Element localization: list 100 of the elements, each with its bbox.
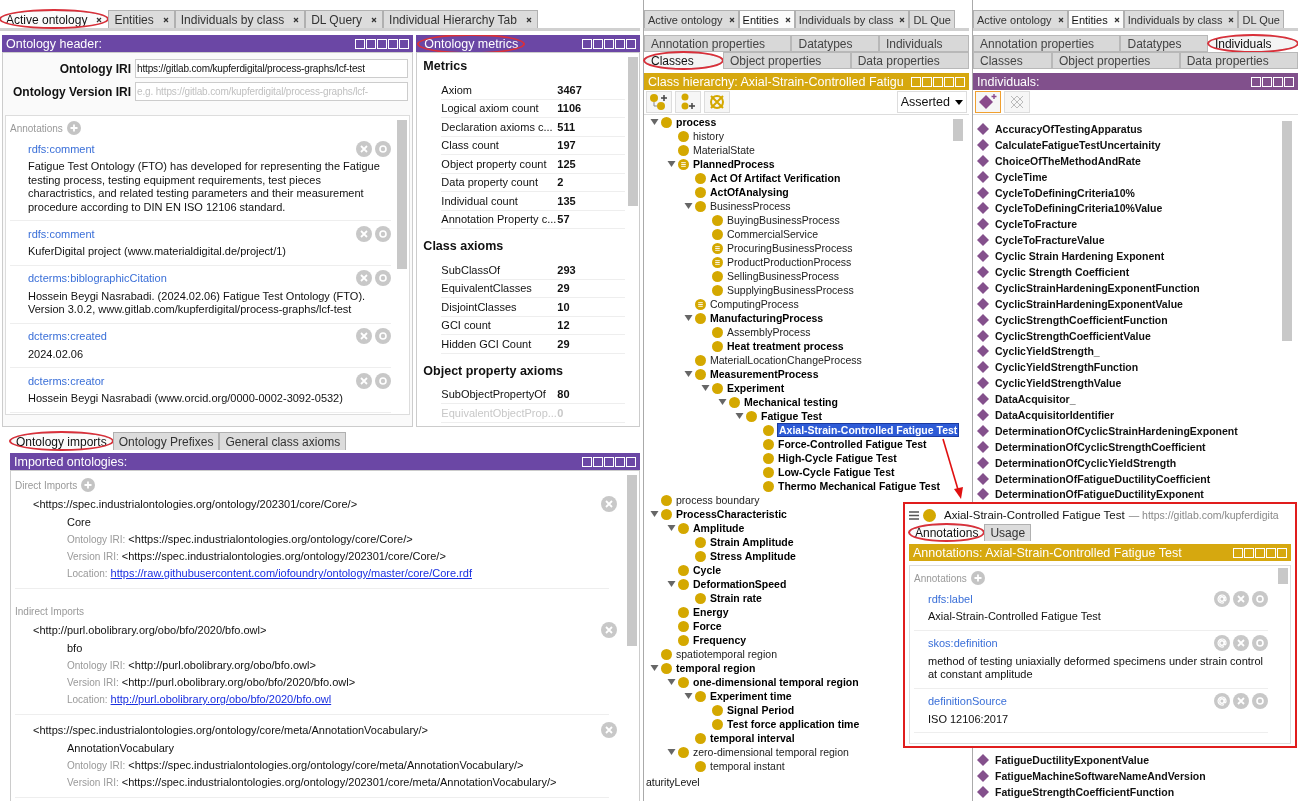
class-tree-item[interactable]: Heat treatment process xyxy=(727,340,844,352)
annotation-property[interactable]: rdfs:comment xyxy=(28,227,95,240)
annotation-property[interactable]: rdfs:comment xyxy=(28,142,95,155)
individual-item[interactable]: DeterminationOfCyclicStrainHardeningExponent xyxy=(995,424,1238,437)
entity-tab[interactable]: Data properties xyxy=(1179,52,1298,69)
class-tree-item[interactable]: Strain rate xyxy=(710,592,762,604)
entity-tab[interactable]: Data properties xyxy=(850,52,969,69)
annotation-property[interactable]: definitionSource xyxy=(928,695,1007,707)
class-tree-item[interactable]: Mechanical testing xyxy=(744,396,838,408)
class-tree-item[interactable]: Fatigue Test xyxy=(761,410,823,422)
options-icon[interactable] xyxy=(375,140,392,157)
class-tree-item[interactable]: ProductProductionProcess xyxy=(727,256,852,268)
individual-item[interactable]: Cyclic Strength Coefficient xyxy=(995,265,1130,278)
individual-item[interactable]: DeterminationOfCyclicYieldStrength xyxy=(995,456,1177,469)
delete-icon[interactable] xyxy=(1233,590,1249,607)
expand-toggle-icon[interactable] xyxy=(667,160,676,168)
class-tree-item[interactable]: Energy xyxy=(693,606,729,618)
individual-item[interactable]: FatigueMachineSoftwareNameAndVersion xyxy=(995,770,1206,783)
individual-item[interactable]: AccuracyOfTestingApparatus xyxy=(995,122,1143,135)
entity-tab[interactable]: Individuals xyxy=(1207,35,1298,52)
add-individual-icon[interactable] xyxy=(975,91,1001,113)
options-icon[interactable] xyxy=(1252,590,1268,607)
menu-icon[interactable] xyxy=(909,510,919,520)
tab[interactable]: Individuals by class xyxy=(794,10,910,28)
hierarchy-mode-dropdown[interactable]: Asserted xyxy=(896,91,967,113)
class-tree-item[interactable]: Force-Controlled Fatigue Test xyxy=(778,438,927,450)
close-icon[interactable] xyxy=(525,16,532,23)
class-tree-item[interactable]: PlannedProcess xyxy=(693,158,775,170)
close-icon[interactable] xyxy=(1228,16,1235,23)
class-tree-item[interactable]: SupplyingBusinessProcess xyxy=(727,284,854,296)
close-icon[interactable] xyxy=(1113,16,1120,23)
scrollbar[interactable] xyxy=(1282,121,1292,341)
entity-tab[interactable]: Classes xyxy=(973,52,1052,69)
class-tree-item[interactable]: Stress Amplitude xyxy=(710,550,796,562)
delete-icon[interactable] xyxy=(356,328,373,344)
expand-toggle-icon[interactable] xyxy=(718,398,727,406)
tab[interactable]: Individuals by class xyxy=(174,10,306,28)
delete-icon[interactable] xyxy=(356,225,373,242)
individual-item[interactable]: Cyclic Strain Hardening Exponent xyxy=(995,250,1165,263)
options-icon[interactable] xyxy=(375,270,392,286)
individual-item[interactable]: DeterminationOfCyclicStrengthCoefficient xyxy=(995,440,1206,453)
scrollbar[interactable] xyxy=(953,119,963,141)
close-icon[interactable] xyxy=(1057,16,1064,23)
individual-item[interactable]: CyclicStrainHardeningExponentValue xyxy=(995,297,1183,310)
class-tree-item[interactable]: BuyingBusinessProcess xyxy=(727,214,840,226)
entity-tab[interactable]: Datatypes xyxy=(1120,35,1208,52)
individual-item[interactable]: CalculateFatigueTestUncertainity xyxy=(995,138,1161,151)
tab[interactable]: Individuals by class xyxy=(1123,10,1239,28)
class-tree-item[interactable]: SellingBusinessProcess xyxy=(727,270,840,282)
tab[interactable]: Individual Hierarchy Tab xyxy=(383,10,538,28)
options-icon[interactable] xyxy=(375,328,392,344)
add-icon[interactable] xyxy=(970,571,985,585)
individual-item[interactable]: FatigueStrengthCoefficientFunction xyxy=(995,786,1175,799)
delete-icon[interactable] xyxy=(356,372,373,389)
class-tree-item[interactable]: ManufacturingProcess xyxy=(710,312,824,324)
expand-toggle-icon[interactable] xyxy=(650,510,659,518)
delete-icon[interactable] xyxy=(356,270,373,286)
tab[interactable]: General class axioms xyxy=(219,432,347,450)
individual-item[interactable]: CycleToFracture xyxy=(995,218,1078,231)
class-tree-item[interactable]: Act Of Artifact Verification xyxy=(710,172,841,184)
at-sign-icon[interactable] xyxy=(1214,635,1230,651)
close-icon[interactable] xyxy=(293,16,300,23)
class-tree-item[interactable]: MaterialState xyxy=(693,144,755,156)
individual-item[interactable]: DeterminationOfFatigueDuctilityExponent xyxy=(995,488,1204,501)
class-tree-item[interactable]: Experiment time xyxy=(710,690,792,702)
expand-toggle-icon[interactable] xyxy=(735,412,744,420)
expand-toggle-icon[interactable] xyxy=(667,678,676,686)
delete-icon[interactable] xyxy=(601,622,617,638)
tab[interactable]: Active ontology xyxy=(644,10,739,28)
class-tree-item[interactable]: aturityLevel xyxy=(644,775,969,789)
individual-item[interactable]: ChoiceOfTheMethodAndRate xyxy=(995,154,1141,167)
tab[interactable]: Ontology Prefixes xyxy=(112,432,220,450)
delete-icon[interactable] xyxy=(356,140,373,157)
entity-tab[interactable]: Object properties xyxy=(1052,52,1180,69)
entity-tab[interactable]: Annotation properties xyxy=(973,35,1121,52)
individual-item[interactable]: DataAcquisitor_ xyxy=(995,393,1076,406)
class-tree-item[interactable]: ProcessCharacteristic xyxy=(676,508,787,520)
scrollbar[interactable] xyxy=(397,120,408,269)
close-icon[interactable] xyxy=(162,16,169,23)
expand-toggle-icon[interactable] xyxy=(684,202,693,210)
close-icon[interactable] xyxy=(899,16,906,23)
class-tree-item[interactable]: Cycle xyxy=(693,564,722,576)
delete-icon[interactable] xyxy=(1233,635,1249,651)
options-icon[interactable] xyxy=(1252,635,1268,651)
expand-toggle-icon[interactable] xyxy=(650,664,659,672)
class-tree-item[interactable]: MeasurementProcess xyxy=(710,368,819,380)
at-sign-icon[interactable] xyxy=(1214,590,1230,607)
individual-item[interactable]: CycleToFractureValue xyxy=(995,234,1105,247)
tab[interactable]: Entities xyxy=(1067,10,1124,28)
tab[interactable]: DL Que xyxy=(909,10,955,28)
class-tree-item[interactable]: DeformationSpeed xyxy=(693,578,787,590)
expand-toggle-icon[interactable] xyxy=(684,314,693,322)
class-tree-item[interactable]: BusinessProcess xyxy=(710,200,791,212)
class-tree-item[interactable]: Test force application time xyxy=(727,718,860,730)
individual-item[interactable]: CyclicStrainHardeningExponentFunction xyxy=(995,281,1200,294)
tab[interactable]: Usage xyxy=(984,524,1032,541)
tab[interactable]: DL Query xyxy=(305,10,384,28)
individual-item[interactable]: CyclicYieldStrengthValue xyxy=(995,377,1122,390)
individual-item[interactable]: CycleToDefiningCriteria10% xyxy=(995,186,1135,199)
entity-tab[interactable]: Datatypes xyxy=(791,35,879,52)
